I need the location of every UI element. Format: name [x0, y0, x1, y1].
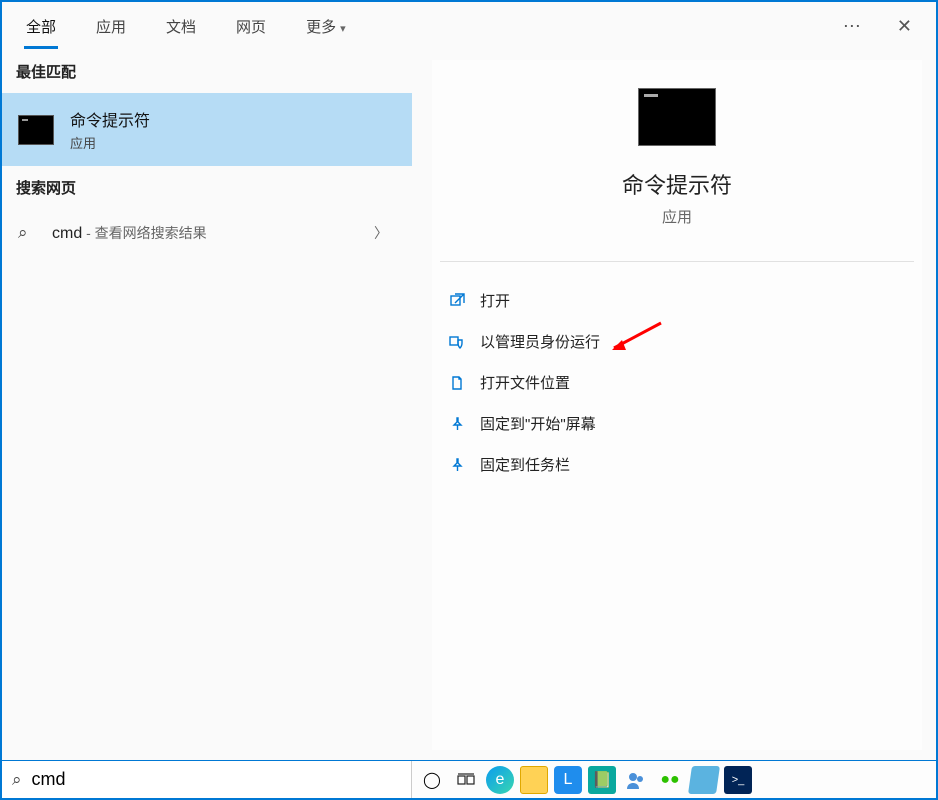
- detail-panel: 命令提示符 应用 打开 以管理员身份运行 打开文件位置: [432, 60, 922, 750]
- action-pin-to-start[interactable]: 固定到"开始"屏幕: [440, 403, 914, 444]
- pin-icon: [448, 415, 466, 433]
- notepad-icon[interactable]: [688, 766, 720, 794]
- tab-all[interactable]: 全部: [6, 4, 76, 49]
- powershell-icon[interactable]: >_: [724, 766, 752, 794]
- detail-app-icon: [638, 88, 716, 146]
- people-icon[interactable]: [622, 766, 650, 794]
- tabs-bar: 全部 应用 文档 网页 更多▾ ⋯ ✕: [2, 2, 936, 50]
- chevron-down-icon: ▾: [340, 23, 346, 35]
- web-query: cmd: [52, 225, 82, 242]
- task-view-icon[interactable]: [452, 766, 480, 794]
- results-panel: 最佳匹配 命令提示符 应用 搜索网页 ⌕ cmd - 查看网络搜索结果 〉: [2, 50, 412, 760]
- tab-web[interactable]: 网页: [216, 4, 286, 49]
- detail-subtitle: 应用: [432, 206, 922, 227]
- action-label: 打开文件位置: [480, 372, 570, 393]
- admin-shield-icon: [448, 333, 466, 351]
- more-options-button[interactable]: ⋯: [827, 16, 877, 37]
- best-match-header: 最佳匹配: [2, 50, 412, 93]
- cmd-icon: [18, 115, 54, 145]
- app-icon-blue[interactable]: L: [554, 766, 582, 794]
- divider: [440, 261, 914, 262]
- folder-icon: [448, 374, 466, 392]
- taskbar: ◯ e L 📗 ●● >_: [412, 761, 936, 798]
- search-input[interactable]: [32, 769, 401, 790]
- search-icon: ⌕: [18, 223, 38, 243]
- result-title: 命令提示符: [70, 107, 150, 131]
- pin-icon: [448, 456, 466, 474]
- tab-documents[interactable]: 文档: [146, 4, 216, 49]
- result-subtitle: 应用: [70, 133, 150, 152]
- action-label: 打开: [480, 290, 510, 311]
- edge-icon[interactable]: e: [486, 766, 514, 794]
- close-button[interactable]: ✕: [877, 16, 932, 37]
- tab-more[interactable]: 更多▾: [286, 4, 366, 49]
- web-suffix: - 查看网络搜索结果: [82, 225, 206, 241]
- search-icon: ⌕: [12, 770, 22, 790]
- chevron-right-icon: 〉: [374, 223, 396, 243]
- wechat-icon[interactable]: ●●: [656, 766, 684, 794]
- action-label: 固定到"开始"屏幕: [480, 413, 596, 434]
- action-open[interactable]: 打开: [440, 280, 914, 321]
- detail-title: 命令提示符: [432, 168, 922, 200]
- file-explorer-icon[interactable]: [520, 766, 548, 794]
- action-label: 固定到任务栏: [480, 454, 570, 475]
- web-search-item[interactable]: ⌕ cmd - 查看网络搜索结果 〉: [2, 209, 412, 257]
- cortana-icon[interactable]: ◯: [418, 766, 446, 794]
- action-pin-to-taskbar[interactable]: 固定到任务栏: [440, 444, 914, 485]
- web-search-header: 搜索网页: [2, 166, 412, 209]
- action-run-as-admin[interactable]: 以管理员身份运行: [440, 321, 914, 362]
- action-label: 以管理员身份运行: [480, 331, 600, 352]
- result-item-cmd[interactable]: 命令提示符 应用: [2, 93, 412, 166]
- tab-apps[interactable]: 应用: [76, 4, 146, 49]
- app-icon-teal[interactable]: 📗: [588, 766, 616, 794]
- search-box[interactable]: ⌕: [2, 761, 412, 798]
- open-icon: [448, 292, 466, 310]
- action-open-file-location[interactable]: 打开文件位置: [440, 362, 914, 403]
